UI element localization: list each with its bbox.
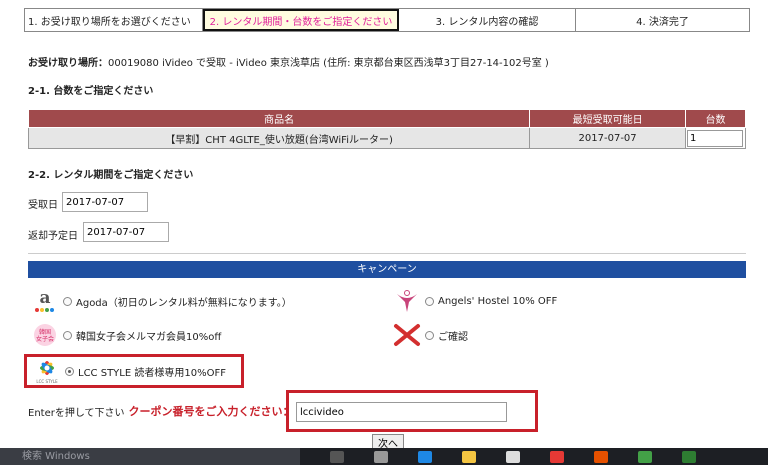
quantity-input[interactable]: [686, 129, 743, 147]
lcc-style-logo-icon: LCC STYLE: [32, 358, 62, 384]
coupon-radio-agoda[interactable]: [63, 296, 72, 306]
coupon-label-lcc-style: LCC STYLE 読者様専用10%OFF: [78, 367, 226, 379]
korea-girls-logo-icon: 韓国 女子会: [30, 322, 60, 348]
coupon-label-korea-girls: 韓国女子会メルマガ会員10%off: [76, 331, 222, 343]
step-1-select-location[interactable]: 1. お受け取り場所をお選びください: [25, 9, 203, 31]
svg-text:女子会: 女子会: [36, 335, 54, 343]
people-icon[interactable]: [374, 450, 388, 463]
coupon-label-angels-hostel: Angels' Hostel 10% OFF: [438, 295, 558, 307]
step-3-confirm[interactable]: 3. レンタル内容の確認: [399, 9, 576, 31]
divider: [28, 253, 746, 254]
file-explorer-icon[interactable]: [462, 450, 476, 463]
coupon-label-agoda: Agoda（初日のレンタル料が無料になります。）: [76, 297, 292, 309]
line-app-icon[interactable]: [682, 450, 696, 463]
coupon-option-lcc-style[interactable]: LCC STYLE LCC STYLE 読者様専用10%OFF: [32, 358, 226, 384]
pickup-location: お受け取り場所：00019080 iVideo で受取 - iVideo 東京浅…: [28, 54, 549, 69]
coupon-radio-korea-girls[interactable]: [63, 330, 72, 340]
edge-browser-icon[interactable]: [418, 450, 432, 463]
header-quantity: 台数: [684, 109, 747, 128]
svg-text:韓国: 韓国: [39, 328, 51, 336]
office-app-icon[interactable]: [594, 450, 608, 463]
section-quantity-heading: 2-1. 台数をご指定ください: [28, 86, 154, 97]
coupon-option-korea-girls[interactable]: 韓国 女子会 韓国女子会メルマガ会員10%off: [30, 322, 221, 348]
svg-text:a: a: [39, 288, 50, 308]
red-x-icon: [392, 322, 422, 348]
coupon-option-agoda[interactable]: a Agoda（初日のレンタル料が無料になります。）: [30, 288, 292, 314]
coupon-label-confirm: ご確認: [438, 331, 468, 343]
svg-text:LCC STYLE: LCC STYLE: [36, 379, 58, 384]
coupon-radio-confirm[interactable]: [425, 330, 434, 340]
task-view-icon[interactable]: [330, 450, 344, 463]
step-4-payment-complete[interactable]: 4. 決済完了: [576, 9, 749, 31]
store-icon[interactable]: [506, 450, 520, 463]
pickup-label: お受け取り場所：: [28, 58, 108, 69]
step-progress-bar: 1. お受け取り場所をお選びください 2. レンタル期間・台数をご指定ください …: [24, 8, 750, 32]
return-date-input[interactable]: [83, 222, 169, 242]
taskbar-search[interactable]: 検索 Windows: [0, 448, 300, 465]
header-earliest-date: 最短受取可能日: [529, 109, 686, 128]
table-row: 【早割】CHT 4GLTE_使い放題(台湾WiFiルーター) 2017-07-0…: [27, 127, 747, 149]
earliest-date-cell: 2017-07-07: [529, 127, 686, 149]
step-2-rental-period[interactable]: 2. レンタル期間・台数をご指定ください: [203, 9, 399, 31]
coupon-code-prompt: クーポン番号をご入力ください：: [128, 405, 294, 418]
coupon-code-row: Enterを押して下さい クーポン番号をご入力ください：: [28, 403, 294, 419]
mail-app-icon[interactable]: [550, 450, 564, 463]
coupon-radio-angels-hostel[interactable]: [425, 296, 434, 306]
windows-taskbar: 検索 Windows: [0, 448, 768, 465]
agoda-logo-icon: a: [30, 288, 60, 314]
product-name-cell: 【早割】CHT 4GLTE_使い放題(台湾WiFiルーター): [27, 127, 531, 149]
coupon-code-input[interactable]: [296, 402, 507, 422]
coupon-option-confirm[interactable]: ご確認: [392, 322, 468, 348]
enter-instruction: Enterを押して下さい: [28, 407, 125, 419]
quantity-cell: [684, 127, 747, 149]
angels-hostel-logo-icon: [392, 288, 422, 314]
product-table: 商品名 最短受取可能日 台数 【早割】CHT 4GLTE_使い放題(台湾WiFi…: [27, 109, 747, 149]
table-header-row: 商品名 最短受取可能日 台数: [27, 109, 747, 128]
coupon-radio-lcc-style[interactable]: [65, 366, 74, 376]
campaign-header: キャンペーン: [28, 261, 746, 278]
receive-date-label: 受取日: [28, 200, 58, 211]
coupon-option-angels-hostel[interactable]: Angels' Hostel 10% OFF: [392, 288, 557, 314]
chrome-browser-icon[interactable]: [638, 450, 652, 463]
receive-date-input[interactable]: [62, 192, 148, 212]
pickup-value: 00019080 iVideo で受取 - iVideo 東京浅草店 (住所: …: [108, 58, 549, 69]
section-period-heading: 2-2. レンタル期間をご指定ください: [28, 170, 194, 181]
header-product-name: 商品名: [27, 109, 531, 128]
return-date-label: 返却予定日: [28, 231, 78, 242]
